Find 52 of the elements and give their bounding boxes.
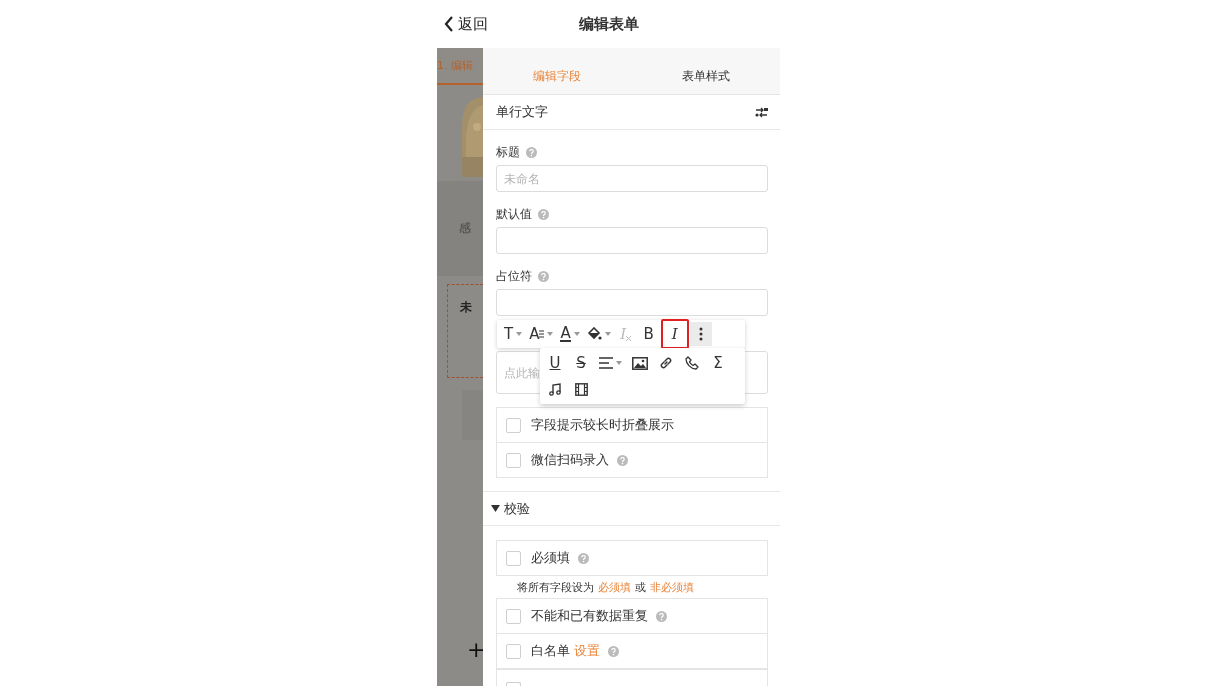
card-text: 感 xyxy=(459,220,471,237)
checkbox[interactable] xyxy=(506,550,521,566)
caret-icon xyxy=(604,332,611,336)
more-button[interactable] xyxy=(689,322,712,346)
switch-icon[interactable] xyxy=(755,106,768,118)
caret-icon xyxy=(573,332,580,336)
format-button[interactable]: T xyxy=(501,322,526,346)
option-label: 白名单 xyxy=(531,642,570,660)
section-toggle[interactable]: 校验 xyxy=(483,492,780,526)
phone-icon xyxy=(685,356,699,370)
page-title: 编辑表单 xyxy=(578,14,639,33)
option-label: 必须填 xyxy=(531,549,570,567)
checkbox[interactable] xyxy=(506,417,521,433)
field-label: 标题 xyxy=(496,143,520,161)
field-label: 默认值 xyxy=(496,205,532,223)
caret-icon xyxy=(547,332,554,336)
underline-button[interactable]: U xyxy=(544,351,566,375)
tab[interactable]: 表单样式 xyxy=(631,48,780,94)
field-label: 占位符 xyxy=(496,267,532,285)
font-size-button[interactable]: A xyxy=(526,322,557,346)
field-type-label: 单行文字 xyxy=(496,103,548,121)
option-label: 字段提示较长时折叠展示 xyxy=(531,416,674,434)
hint-text: 将所有字段设为 xyxy=(517,579,594,595)
hint-text: 或 xyxy=(635,579,646,595)
font-color-button[interactable]: A xyxy=(557,322,583,346)
input-field[interactable] xyxy=(496,227,768,254)
caret-icon xyxy=(616,361,622,365)
align-icon xyxy=(599,357,613,369)
image-icon xyxy=(632,356,648,370)
music-note-icon xyxy=(548,382,562,396)
lines-icon xyxy=(539,330,545,338)
input-field[interactable]: 未命名 xyxy=(496,165,768,192)
caret-icon xyxy=(516,332,523,336)
format-button[interactable]: Σ xyxy=(707,351,729,375)
option-label: 微信扫码录入 xyxy=(531,451,609,469)
more-icon xyxy=(698,327,703,341)
back-button[interactable]: 返回 xyxy=(437,14,488,34)
link-icon xyxy=(659,356,673,370)
checkbox[interactable] xyxy=(506,643,521,659)
paint-bucket-icon xyxy=(586,327,602,341)
checkbox[interactable] xyxy=(506,608,521,624)
cross-icon xyxy=(626,335,632,341)
input-field[interactable] xyxy=(496,289,768,316)
film-icon xyxy=(574,382,588,396)
checkbox[interactable] xyxy=(506,452,521,468)
field-title: 未 xyxy=(460,300,472,314)
back-chevron-icon xyxy=(444,16,454,32)
strikethrough-button[interactable]: S xyxy=(570,351,592,375)
option-label: 不能和已有数据重复 xyxy=(531,607,648,625)
triangle-icon xyxy=(491,505,500,512)
add-icon: + xyxy=(467,637,483,662)
format-button[interactable]: B xyxy=(637,322,660,346)
